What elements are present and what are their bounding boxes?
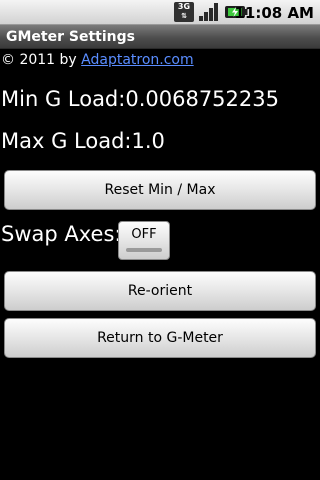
title-bar: GMeter Settings — [0, 25, 320, 49]
clock-ampm: AM — [287, 4, 314, 22]
max-g-load: Max G Load:1.0 — [1, 128, 165, 154]
status-bar: 3G ⇅ 11:08 AM — [0, 0, 320, 25]
clock-time: 11:08 — [234, 4, 283, 22]
swap-axes-state: OFF — [131, 227, 157, 242]
max-g-load-value: 1.0 — [131, 129, 165, 153]
signal-strength-icon — [199, 3, 218, 21]
copyright-text: © 2011 by — [1, 52, 82, 68]
reset-min-max-button[interactable]: Reset Min / Max — [4, 170, 316, 210]
network-type-label: 3G — [177, 2, 191, 11]
min-g-load-label: Min G Load: — [1, 87, 126, 111]
reorient-button[interactable]: Re-orient — [4, 271, 316, 311]
swap-axes-toggle[interactable]: OFF — [118, 221, 170, 260]
toggle-indicator-light — [126, 248, 162, 252]
3g-data-icon: 3G ⇅ — [174, 2, 194, 22]
window-title: GMeter Settings — [6, 29, 135, 45]
max-g-load-label: Max G Load: — [1, 129, 132, 153]
min-g-load: Min G Load:0.0068752235 — [1, 86, 279, 112]
min-g-load-value: 0.0068752235 — [125, 87, 279, 111]
return-to-gmeter-button[interactable]: Return to G-Meter — [4, 318, 316, 358]
adaptatron-link[interactable]: Adaptatron.com — [81, 52, 193, 68]
copyright-notice: © 2011 by Adaptatron.com — [1, 51, 194, 69]
clock: 11:08 AM — [234, 3, 314, 23]
swap-axes-label: Swap Axes: — [1, 222, 122, 246]
